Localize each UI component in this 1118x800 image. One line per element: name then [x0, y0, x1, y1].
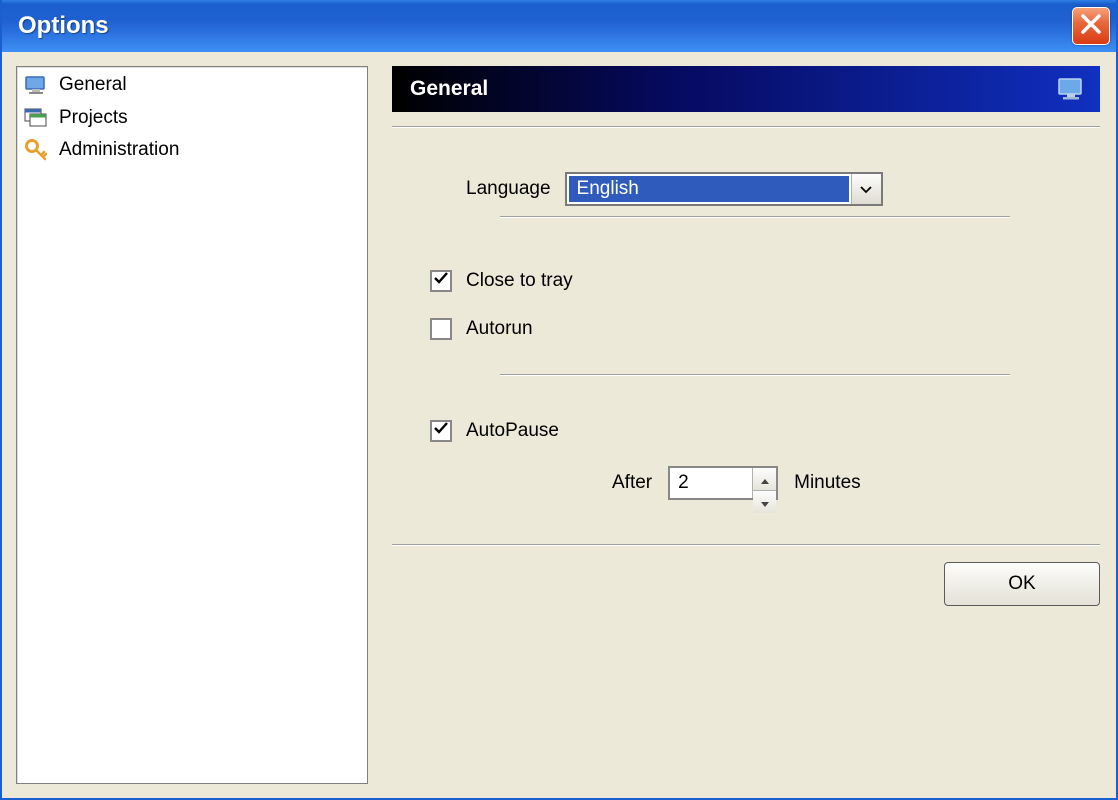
divider — [392, 126, 1100, 128]
spinner-down-button[interactable] — [753, 490, 776, 513]
autorun-checkbox[interactable] — [430, 318, 452, 340]
sidebar-item-projects[interactable]: Projects — [17, 102, 367, 135]
sidebar-item-administration[interactable]: Administration — [17, 134, 367, 167]
sidebar: General Projects Administration — [16, 66, 368, 784]
autorun-label: Autorun — [466, 318, 533, 340]
autopause-label: AutoPause — [466, 420, 559, 442]
sidebar-item-label: Administration — [59, 137, 179, 164]
close-button[interactable] — [1072, 7, 1110, 45]
sidebar-item-general[interactable]: General — [17, 69, 367, 102]
divider — [500, 374, 1010, 376]
check-icon — [433, 420, 449, 442]
after-label: After — [612, 472, 652, 494]
client-area: General Projects Administration General — [2, 52, 1116, 798]
window-title: Options — [18, 12, 1072, 40]
section-title: General — [410, 77, 488, 101]
autorun-row: Autorun — [392, 318, 1100, 340]
after-value: 2 — [670, 468, 752, 498]
options-window: Options General Projects — [0, 0, 1118, 800]
ok-button-label: OK — [1008, 573, 1035, 595]
spinner-buttons — [752, 468, 776, 498]
close-to-tray-label: Close to tray — [466, 270, 573, 292]
key-icon — [23, 137, 49, 163]
section-header: General — [392, 66, 1100, 112]
divider — [392, 544, 1100, 546]
after-unit-label: Minutes — [794, 472, 861, 494]
divider — [500, 216, 1010, 218]
sidebar-item-label: Projects — [59, 105, 128, 132]
chevron-up-icon — [761, 468, 769, 490]
autopause-checkbox[interactable] — [430, 420, 452, 442]
monitor-icon — [1056, 75, 1086, 103]
chevron-down-icon — [761, 491, 769, 513]
check-icon — [433, 270, 449, 292]
button-row: OK — [392, 562, 1100, 606]
close-icon — [1080, 13, 1102, 40]
spinner-up-button[interactable] — [753, 468, 776, 490]
autopause-after-row: After 2 Minutes — [392, 466, 1100, 500]
close-to-tray-row: Close to tray — [392, 270, 1100, 292]
language-value: English — [569, 176, 849, 202]
close-to-tray-checkbox[interactable] — [430, 270, 452, 292]
ok-button[interactable]: OK — [944, 562, 1100, 606]
language-label: Language — [466, 178, 551, 200]
language-row: Language English — [392, 172, 1100, 206]
dropdown-arrow-button[interactable] — [851, 174, 881, 204]
after-minutes-spinner[interactable]: 2 — [668, 466, 778, 500]
monitor-icon — [23, 72, 49, 98]
chevron-down-icon — [860, 178, 872, 200]
window-icon — [23, 105, 49, 131]
sidebar-item-label: General — [59, 72, 127, 99]
language-dropdown[interactable]: English — [565, 172, 883, 206]
main-panel: General Language English — [392, 66, 1100, 784]
titlebar: Options — [2, 0, 1116, 52]
autopause-row: AutoPause — [392, 420, 1100, 442]
